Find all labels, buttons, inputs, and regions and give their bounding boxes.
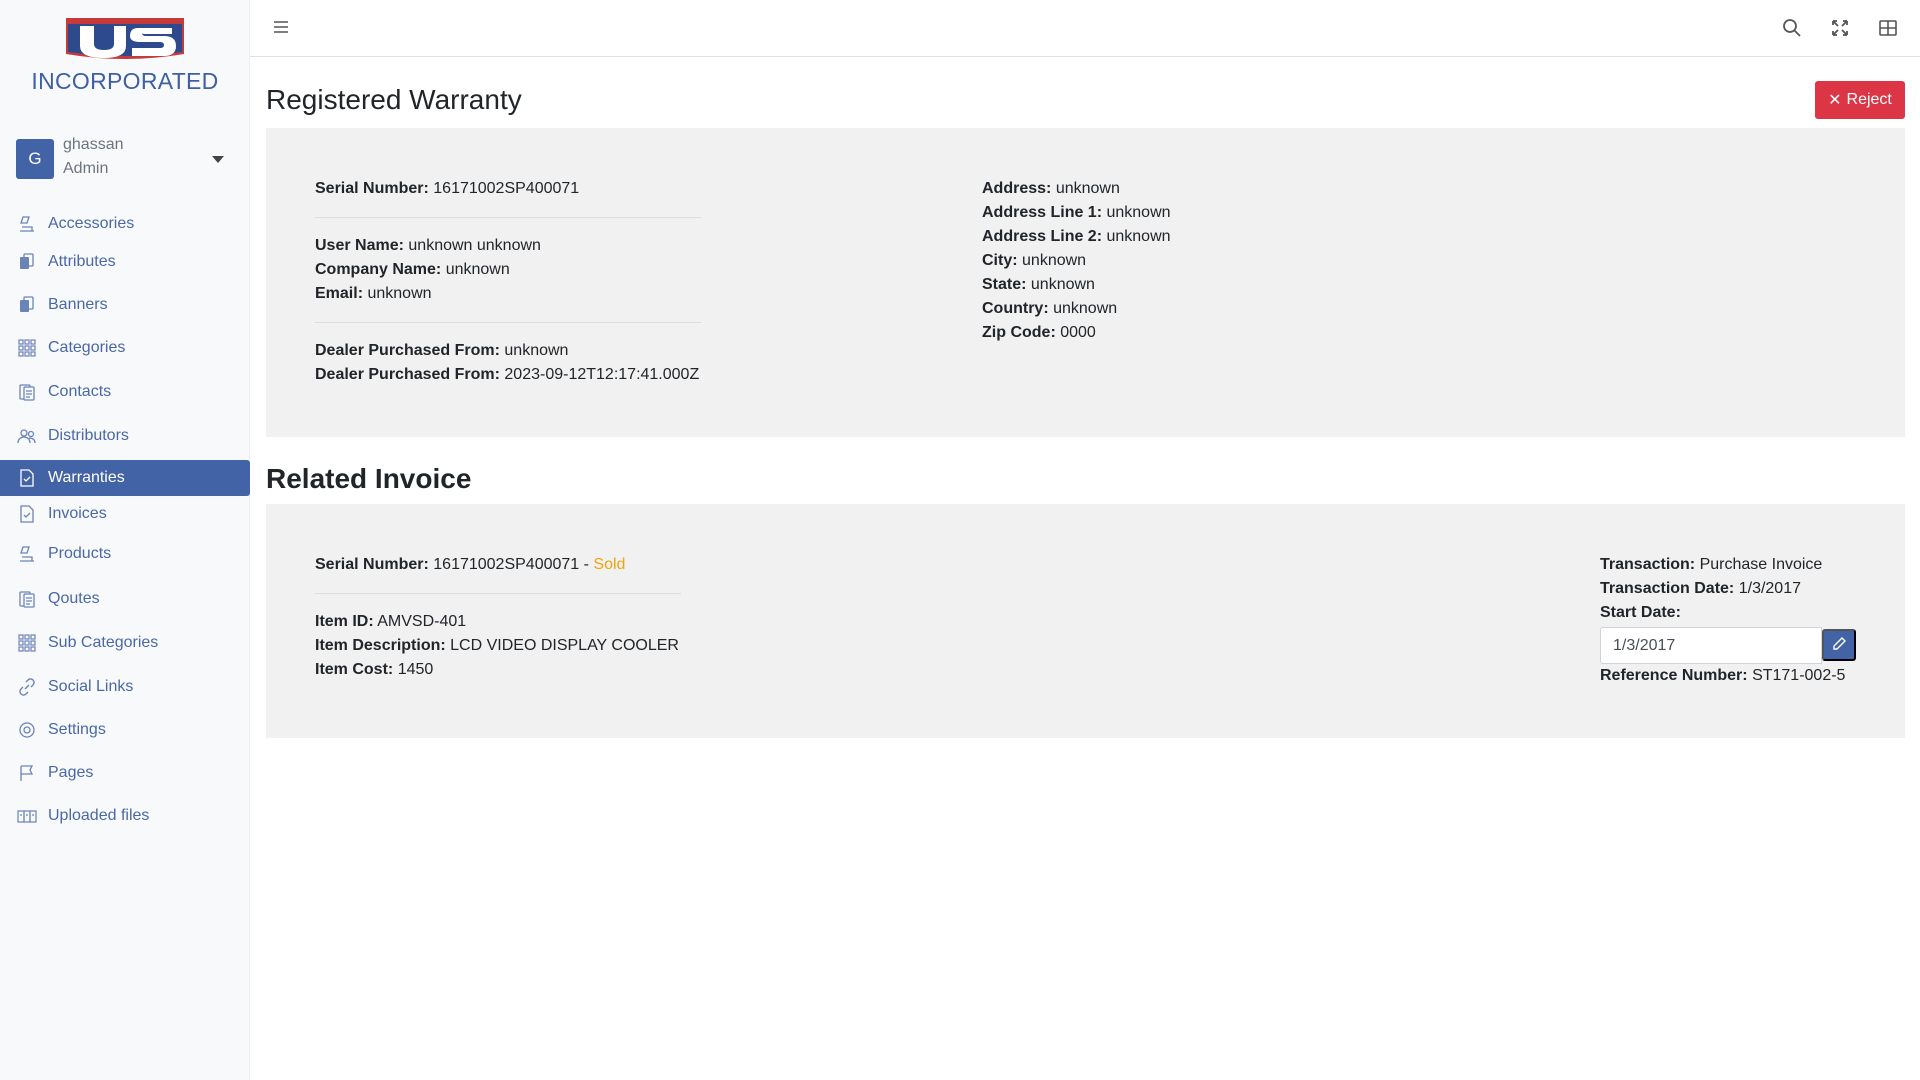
file-check-icon (16, 467, 38, 489)
state-field: State: unknown (982, 276, 1095, 293)
sidebar-item-pages[interactable]: Pages (0, 755, 250, 791)
sidebar-item-social-links[interactable]: Social Links (0, 669, 250, 705)
sidebar-item-label: Invoices (48, 505, 107, 522)
search-icon[interactable] (1782, 18, 1802, 38)
accessories-icon (16, 213, 38, 235)
sidebar-item-label: Qoutes (48, 590, 100, 607)
brand[interactable]: INCORPORATED (0, 14, 250, 95)
close-icon: ✕ (1828, 92, 1842, 109)
user-name-field: User Name: unknown unknown (315, 237, 541, 254)
dealer-field: Dealer Purchased From: unknown (315, 342, 569, 359)
layout-icon[interactable] (1878, 18, 1898, 38)
country-field: Country: unknown (982, 300, 1118, 317)
sidebar-item-sub-categories[interactable]: Sub Categories (0, 625, 250, 661)
sidebar-item-label: Warranties (48, 469, 125, 486)
sidebar-item-accessories[interactable]: Accessories (0, 206, 250, 242)
sidebar-item-label: Social Links (48, 678, 134, 695)
reject-label: Reject (1846, 91, 1892, 108)
fullscreen-icon[interactable] (1830, 18, 1850, 38)
page-title: Registered Warranty (266, 84, 522, 115)
sidebar-item-qoutes[interactable]: Qoutes (0, 581, 250, 617)
sidebar-item-warranties[interactable]: Warranties (0, 460, 250, 496)
topbar (250, 0, 1920, 57)
address-line1-field: Address Line 1: unknown (982, 204, 1171, 221)
link-icon (16, 676, 38, 698)
start-date-input[interactable] (1600, 627, 1822, 664)
dealer-date-field: Dealer Purchased From: 2023-09-12T12:17:… (315, 366, 700, 383)
user-role: Admin (63, 160, 109, 177)
avatar: G (16, 139, 54, 179)
sidebar-item-settings[interactable]: Settings (0, 712, 250, 748)
address-line2-field: Address Line 2: unknown (982, 228, 1171, 245)
sidebar-item-contacts[interactable]: Contacts (0, 374, 250, 410)
address-field: Address: unknown (982, 180, 1120, 197)
documents-icon (16, 381, 38, 403)
grid-icon (16, 632, 38, 654)
copy-icon (16, 251, 38, 273)
pencil-icon (1831, 636, 1847, 655)
edit-date-button[interactable] (1822, 629, 1856, 661)
sidebar-item-label: Contacts (48, 383, 112, 400)
divider (315, 217, 701, 218)
user-menu[interactable]: G ghassan Admin (16, 136, 234, 182)
file-check-icon (16, 503, 38, 525)
sidebar-item-label: Pages (48, 764, 94, 781)
sidebar-item-invoices[interactable]: Invoices (0, 496, 250, 532)
sidebar-item-label: Attributes (48, 253, 116, 270)
accessories-icon (16, 543, 38, 565)
documents-icon (16, 588, 38, 610)
email-field: Email: unknown (315, 285, 432, 302)
reject-button[interactable]: ✕ Reject (1815, 81, 1905, 119)
sidebar-item-label: Categories (48, 339, 126, 356)
item-id-field: Item ID: AMVSD-401 (315, 613, 467, 630)
us-logo (66, 18, 184, 59)
sidebar-item-label: Distributors (48, 427, 129, 444)
copy-icon (16, 294, 38, 316)
sidebar-item-label: Sub Categories (48, 634, 159, 651)
sidebar-item-uploaded-files[interactable]: Uploaded files (0, 798, 250, 834)
menu-icon[interactable] (272, 18, 290, 36)
city-field: City: unknown (982, 252, 1087, 269)
gear-icon (16, 719, 38, 741)
sidebar-item-label: Products (48, 545, 112, 562)
related-invoice-title: Related Invoice (266, 463, 472, 494)
divider (315, 322, 701, 323)
start-date-label: Start Date: (1600, 604, 1681, 621)
sidebar: INCORPORATED G ghassan Admin Accessories… (0, 0, 250, 1080)
zip-code-field: Zip Code: 0000 (982, 324, 1096, 341)
transaction-field: Transaction: Purchase Invoice (1600, 556, 1823, 573)
user-name: ghassan (63, 136, 124, 153)
people-icon (16, 425, 38, 447)
divider (315, 593, 681, 594)
transaction-date-field: Transaction Date: 1/3/2017 (1600, 580, 1801, 597)
reference-number-field: Reference Number: ST171-002-5 (1600, 667, 1846, 684)
sidebar-item-label: Accessories (48, 215, 135, 232)
warranty-serial: Serial Number: 16171002SP400071 (315, 180, 580, 197)
sidebar-item-categories[interactable]: Categories (0, 330, 250, 366)
company-name-field: Company Name: unknown (315, 261, 510, 278)
flag-icon (16, 762, 38, 784)
sidebar-item-products[interactable]: Products (0, 536, 250, 572)
sidebar-item-label: Banners (48, 296, 108, 313)
brand-name: INCORPORATED (31, 68, 219, 94)
status-badge: Sold (593, 556, 626, 573)
item-description-field: Item Description: LCD VIDEO DISPLAY COOL… (315, 637, 679, 654)
sidebar-item-label: Settings (48, 721, 106, 738)
grid-icon (16, 337, 38, 359)
sidebar-item-label: Uploaded files (48, 807, 150, 824)
chevron-down-icon[interactable] (212, 156, 224, 163)
sidebar-item-distributors[interactable]: Distributors (0, 418, 250, 454)
files-icon (16, 805, 38, 827)
sidebar-item-banners[interactable]: Banners (0, 287, 250, 323)
invoice-serial: Serial Number: 16171002SP400071 - Sold (315, 556, 626, 573)
item-cost-field: Item Cost: 1450 (315, 661, 434, 678)
sidebar-item-attributes[interactable]: Attributes (0, 244, 250, 280)
